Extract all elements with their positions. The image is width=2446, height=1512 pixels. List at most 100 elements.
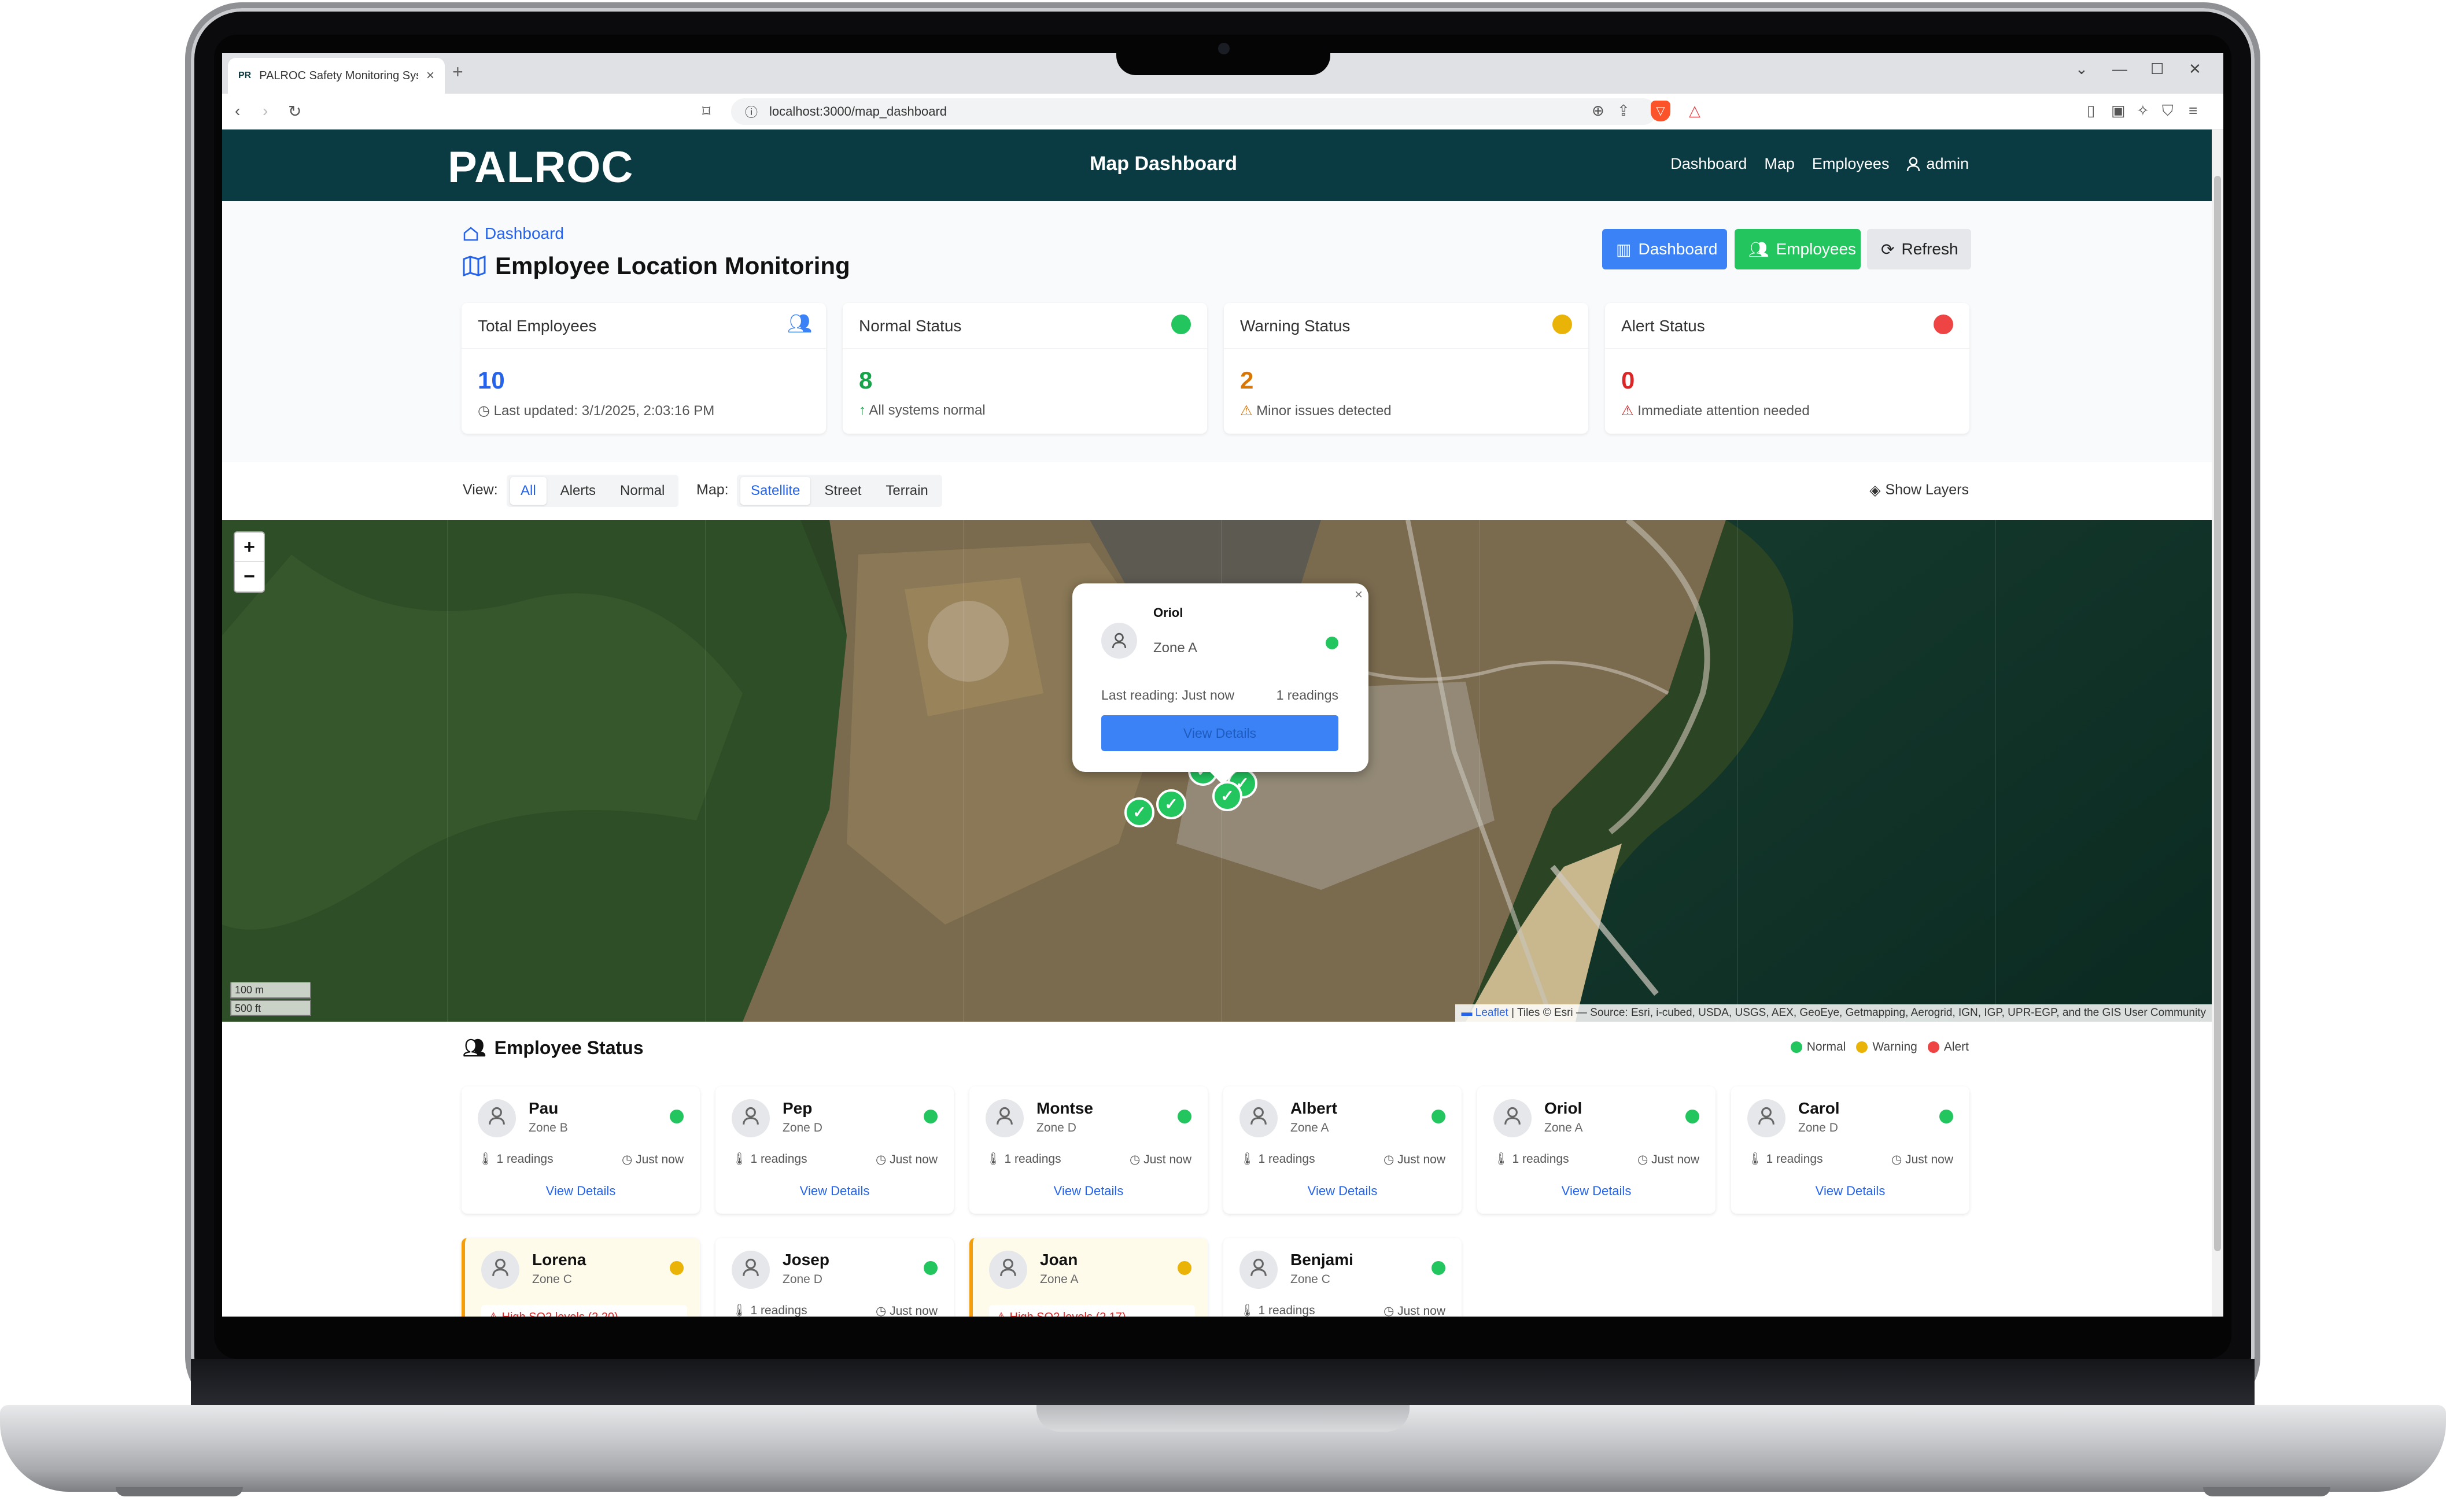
time-text: Just now — [890, 1153, 938, 1166]
reload-icon[interactable]: ↻ — [288, 102, 301, 121]
warning-icon: ⚠ — [1240, 403, 1253, 419]
employee-last-seen: ◷ Just now — [1637, 1152, 1699, 1167]
popup-close-icon[interactable]: × — [1355, 587, 1363, 603]
address-bar[interactable]: ⓘ localhost:3000/map_dashboard — [731, 98, 1657, 125]
employee-avatar — [1747, 1099, 1785, 1137]
back-icon[interactable]: ‹ — [235, 102, 240, 120]
popup-view-details-button[interactable]: View Details — [1101, 715, 1338, 751]
stat-subtext: ◷ Last updated: 3/1/2025, 2:03:16 PM — [478, 403, 715, 419]
employee-marker[interactable]: ✓ — [1156, 789, 1186, 819]
tab-close-icon[interactable]: × — [426, 68, 434, 84]
leaflet-text: Leaflet — [1475, 1007, 1508, 1019]
zoom-in-button[interactable]: + — [235, 533, 264, 562]
employee-card[interactable]: Carol Zone D 🌡︎ 1 readings ◷ Just now View D… — [1731, 1086, 1969, 1214]
legend-normal: Normal — [1790, 1040, 1846, 1054]
stat-subtext: ⚠ Minor issues detected — [1240, 402, 1392, 419]
forward-icon[interactable]: › — [263, 102, 268, 120]
menu-icon[interactable]: ≡ — [2189, 102, 2197, 120]
last-updated-text: Last updated: 3/1/2025, 2:03:16 PM — [493, 403, 715, 419]
employee-avatar — [1239, 1099, 1278, 1137]
employee-card[interactable]: Albert Zone A 🌡︎ 1 readings ◷ Just now View … — [1223, 1086, 1462, 1214]
employee-card[interactable]: Montse Zone D 🌡︎ 1 readings ◷ Just now View … — [969, 1086, 1208, 1214]
view-details-link[interactable]: View Details — [1731, 1184, 1969, 1199]
map-option-street[interactable]: Street — [814, 477, 872, 505]
zoom-icon[interactable]: ⊕ — [1592, 102, 1604, 120]
legend-warning: Warning — [1856, 1040, 1917, 1054]
stat-card-warning: Warning Status 2 ⚠ Minor issues detected — [1224, 303, 1588, 434]
zoom-out-button[interactable]: − — [235, 562, 264, 592]
view-details-link[interactable]: View Details — [1223, 1184, 1462, 1199]
map-option-satellite[interactable]: Satellite — [740, 477, 811, 505]
warning-status-dot — [1552, 315, 1572, 334]
nav-map[interactable]: Map — [1764, 155, 1795, 173]
employee-marker[interactable]: ✓ — [1124, 797, 1154, 827]
tab-list-chevron-icon[interactable]: ⌄ — [2075, 60, 2088, 78]
map-option-terrain[interactable]: Terrain — [875, 477, 938, 505]
user-icon — [1250, 1107, 1267, 1130]
employee-card[interactable]: Josep Zone D 🌡︎ 1 readings ◷ Just now — [715, 1238, 954, 1317]
employee-card[interactable]: Benjami Zone C 🌡︎ 1 readings ◷ Just now — [1223, 1238, 1462, 1317]
nav-dashboard[interactable]: Dashboard — [1670, 155, 1747, 173]
minimize-icon[interactable]: — — [2112, 60, 2127, 78]
new-tab-icon[interactable]: + — [452, 61, 463, 83]
user-menu[interactable]: admin — [1906, 155, 1969, 173]
employee-card[interactable]: Pau Zone B 🌡︎ 1 readings ◷ Just now View Det… — [462, 1086, 700, 1214]
breadcrumb[interactable]: Dashboard — [463, 224, 564, 243]
stat-card-alert: Alert Status 0 ⚠ Immediate attention nee… — [1605, 303, 1969, 434]
share-icon[interactable]: ⇪ — [1617, 102, 1630, 120]
employee-card[interactable]: Pep Zone D 🌡︎ 1 readings ◷ Just now View Det… — [715, 1086, 954, 1214]
normal-status-dot — [1171, 315, 1191, 334]
employee-last-seen: ◷ Just now — [1891, 1152, 1953, 1167]
legend-dot — [1790, 1041, 1802, 1053]
view-option-alerts[interactable]: Alerts — [550, 477, 606, 505]
vpn-icon[interactable]: ⛉ — [2162, 102, 2174, 120]
employee-card[interactable]: Lorena Zone C ⚠ High SO2 levels (2.20) — [462, 1238, 700, 1317]
time-text: Just now — [1651, 1153, 1699, 1166]
url-text: localhost:3000/map_dashboard — [769, 104, 947, 119]
employee-zone: Zone A — [1290, 1121, 1329, 1134]
satellite-map[interactable]: + − ✓ ✓ ✓ ✓ ✓ × Oriol Zone A Last readin… — [222, 520, 2212, 1022]
laptop-foot-right — [2203, 1487, 2330, 1496]
card-divider — [1224, 348, 1588, 349]
wallet-icon[interactable]: ▣ — [2111, 102, 2126, 120]
screen: PR PALROC Safety Monitoring Sys × + ⌄ — … — [222, 53, 2223, 1317]
view-details-link[interactable]: View Details — [462, 1184, 700, 1199]
employees-button[interactable]: 👥︎ Employees — [1735, 229, 1861, 269]
employee-status-title: 👥︎ Employee Status — [463, 1037, 643, 1059]
show-layers-button[interactable]: ◈ Show Layers — [1869, 482, 1969, 499]
employee-name: Albert — [1290, 1099, 1337, 1117]
employee-last-seen: ◷ Just now — [1130, 1152, 1191, 1167]
view-details-link[interactable]: View Details — [1477, 1184, 1715, 1199]
view-details-link[interactable]: View Details — [969, 1184, 1208, 1199]
site-info-icon[interactable]: ⓘ — [745, 102, 758, 121]
alert-triangle-icon: ⚠ — [996, 1311, 1010, 1317]
view-details-link[interactable]: View Details — [715, 1184, 954, 1199]
scrollbar-thumb[interactable] — [2214, 176, 2221, 1251]
employee-status-dot — [924, 1261, 938, 1275]
stat-subtext: ↑ All systems normal — [859, 402, 986, 419]
close-window-icon[interactable]: ✕ — [2189, 60, 2201, 78]
view-option-all[interactable]: All — [510, 477, 547, 505]
refresh-button[interactable]: ⟳ Refresh — [1867, 229, 1971, 269]
user-icon — [999, 1258, 1017, 1281]
brand-logo[interactable]: PALROC — [448, 142, 633, 193]
users-icon: 👥︎ — [463, 1037, 486, 1058]
sidebar-toggle-icon[interactable]: ▯ — [2087, 102, 2095, 120]
stat-subtext: ⚠ Immediate attention needed — [1621, 402, 1810, 419]
leaflet-link[interactable]: ▬ Leaflet — [1461, 1007, 1508, 1019]
map-filters: View: All Alerts Normal Map: Satellite S… — [222, 462, 2212, 520]
employee-marker[interactable]: ✓ — [1212, 781, 1242, 811]
brave-shield-icon[interactable]: ▽ — [1651, 101, 1670, 121]
leo-ai-icon[interactable]: ✧ — [2137, 102, 2149, 120]
employee-card[interactable]: Joan Zone A ⚠ High SO2 levels (2.17) — [969, 1238, 1208, 1317]
employee-card[interactable]: Oriol Zone A 🌡︎ 1 readings ◷ Just now View D… — [1477, 1086, 1715, 1214]
nav-employees[interactable]: Employees — [1812, 155, 1890, 173]
view-option-normal[interactable]: Normal — [610, 477, 675, 505]
bookmark-icon[interactable]: ⌑ — [702, 102, 710, 121]
maximize-icon[interactable]: ☐ — [2150, 60, 2164, 78]
thermometer-icon: 🌡︎ — [1493, 1152, 1512, 1166]
page-scrollbar[interactable] — [2212, 130, 2223, 1317]
browser-tab[interactable]: PR PALROC Safety Monitoring Sys × — [228, 58, 445, 94]
brave-rewards-icon[interactable]: △ — [1689, 102, 1700, 120]
dashboard-button[interactable]: ▥ Dashboard — [1602, 229, 1727, 269]
